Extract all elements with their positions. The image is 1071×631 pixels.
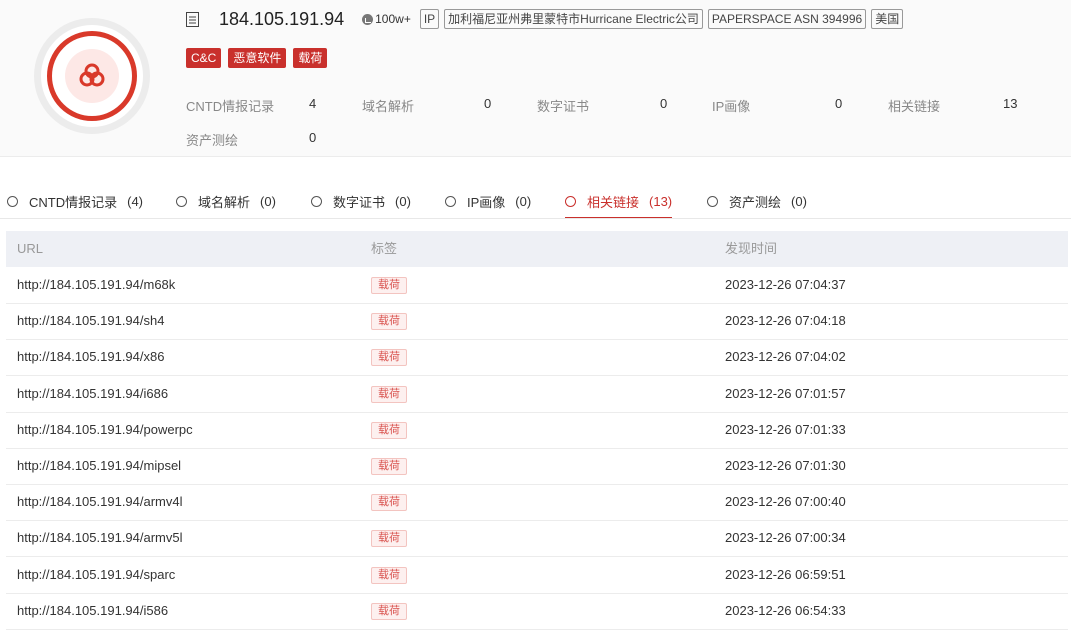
row-tag-badge: 载荷 — [371, 385, 407, 403]
tab-dns[interactable]: 域名解析 (0) — [176, 185, 276, 217]
table-row[interactable]: http://184.105.191.94/i586 载荷 2023-12-26 0… — [6, 593, 1068, 630]
tab-label: IP画像 — [467, 194, 506, 210]
row-time: 2023-12-26 06:59:51 — [725, 566, 846, 582]
row-time: 2023-12-26 07:00:40 — [725, 494, 846, 510]
row-tag-badge: 载荷 — [371, 458, 407, 475]
tab-cntd[interactable]: CNTD情报记录 (4) — [7, 185, 143, 217]
row-url[interactable]: http://184.105.191.94/sparc — [17, 557, 175, 592]
column-header-url: URL — [17, 241, 44, 256]
row-tag-badge: 载荷 — [371, 530, 407, 548]
tab-assets[interactable]: 资产测绘 (0) — [707, 185, 807, 217]
stat-value-dns: 0 — [484, 96, 492, 111]
threat-tags: C&C 恶意软件 载荷 — [186, 48, 334, 68]
stat-value-links: 13 — [1003, 96, 1018, 111]
table-row[interactable]: http://184.105.191.94/mipsel 载荷 2023-12-26… — [6, 448, 1068, 485]
threat-tag-cnc: C&C — [186, 48, 222, 68]
minus-circle-icon — [176, 195, 187, 207]
table-row[interactable]: http://184.105.191.94/armv5l 载荷 2023-12-26… — [6, 520, 1068, 558]
row-url[interactable]: http://184.105.191.94/sh4 — [17, 303, 164, 338]
row-time: 2023-12-26 07:04:18 — [725, 313, 846, 329]
stat-label-cert: 数字证书 — [537, 99, 590, 114]
link-icon — [565, 195, 576, 207]
stat-label-cntd: CNTD情报记录 — [186, 99, 275, 114]
row-url[interactable]: http://184.105.191.94/x86 — [17, 339, 164, 374]
row-tag-badge: 载荷 — [371, 313, 407, 331]
column-header-time: 发现时间 — [725, 241, 778, 256]
ip-summary-header: 184.105.191.94 100w+ IP 加利福尼亚州弗里蒙特市Hurri… — [0, 0, 1071, 157]
ip-address: 184.105.191.94 — [219, 8, 345, 29]
tab-count: (13) — [649, 193, 673, 209]
table-header: URL 标签 发现时间 — [6, 231, 1068, 267]
stat-value-assets: 0 — [309, 130, 317, 145]
tab-label: 域名解析 — [198, 194, 251, 210]
table-row[interactable]: http://184.105.191.94/armv4l 载荷 2023-12-26… — [6, 484, 1068, 522]
tab-label: 数字证书 — [333, 194, 386, 210]
biohazard-icon — [65, 49, 119, 103]
row-time: 2023-12-26 07:01:57 — [725, 385, 846, 401]
tab-count: (0) — [515, 193, 532, 209]
country-tag: 美国 — [871, 9, 904, 29]
tab-count: (0) — [395, 193, 411, 209]
table-row[interactable]: http://184.105.191.94/sh4 载荷 2023-12-26 07… — [6, 303, 1068, 341]
stat-label-links: 相关链接 — [888, 99, 941, 114]
stat-value-cert: 0 — [660, 96, 668, 111]
row-time: 2023-12-26 07:04:37 — [725, 277, 846, 292]
row-time: 2023-12-26 07:01:30 — [725, 458, 846, 473]
radar-icon — [7, 195, 18, 207]
tab-ip-profile[interactable]: IP画像 (0) — [445, 185, 531, 217]
row-url[interactable]: http://184.105.191.94/i586 — [17, 593, 168, 628]
row-time: 2023-12-26 07:00:34 — [725, 530, 846, 546]
tab-count: (0) — [791, 193, 807, 209]
row-tag-badge: 载荷 — [371, 349, 407, 367]
row-url[interactable]: http://184.105.191.94/armv5l — [17, 520, 183, 555]
tab-count: (0) — [260, 193, 276, 209]
row-tag-badge: 载荷 — [371, 277, 407, 294]
table-row[interactable]: http://184.105.191.94/powerpc 载荷 2023-12-2… — [6, 412, 1068, 449]
tab-label: CNTD情报记录 — [29, 194, 118, 210]
table-row[interactable]: http://184.105.191.94/i686 载荷 2023-12-26 0… — [6, 376, 1068, 413]
compass-icon — [707, 195, 718, 207]
detail-tabs: CNTD情报记录 (4) 域名解析 (0) 数字证书 (0) IP画像 (0) … — [0, 185, 1071, 219]
document-icon — [186, 11, 199, 27]
row-tag-badge: 载荷 — [371, 494, 407, 512]
certificate-icon — [311, 195, 322, 207]
row-url[interactable]: http://184.105.191.94/powerpc — [17, 412, 193, 447]
row-url[interactable]: http://184.105.191.94/armv4l — [17, 484, 183, 519]
stat-value-ip-profile: 0 — [835, 96, 843, 111]
column-header-tag: 标签 — [371, 241, 398, 256]
threat-tag-payload: 载荷 — [293, 48, 328, 68]
table-row[interactable]: http://184.105.191.94/x86 载荷 2023-12-26 07… — [6, 339, 1068, 377]
tab-label: 资产测绘 — [729, 194, 782, 210]
row-tag-badge: 载荷 — [371, 421, 407, 439]
row-url[interactable]: http://184.105.191.94/i686 — [17, 376, 168, 411]
location-isp-tag: 加利福尼亚州弗里蒙特市Hurricane Electric公司 — [444, 9, 703, 29]
row-tag-badge: 载荷 — [371, 566, 407, 584]
stat-label-assets: 资产测绘 — [186, 133, 239, 148]
stat-label-dns: 域名解析 — [362, 99, 415, 114]
stat-label-ip-profile: IP画像 — [712, 99, 751, 114]
tab-related-links[interactable]: 相关链接 (13) — [565, 185, 673, 218]
heat-icon — [362, 13, 374, 25]
table-row[interactable]: http://184.105.191.94/m68k 载荷 2023-12-26 0… — [6, 267, 1068, 304]
ip-title-row: 184.105.191.94 100w+ IP 加利福尼亚州弗里蒙特市Hurri… — [186, 8, 908, 30]
row-tag-badge: 载荷 — [371, 602, 407, 620]
heat-value: 100w+ — [375, 12, 411, 26]
row-time: 2023-12-26 07:01:33 — [725, 421, 846, 437]
threat-badge — [34, 18, 150, 134]
row-time: 2023-12-26 06:54:33 — [725, 602, 846, 618]
row-url[interactable]: http://184.105.191.94/mipsel — [17, 448, 181, 483]
threat-tag-malware: 恶意软件 — [228, 48, 287, 68]
stat-value-cntd: 4 — [309, 96, 317, 111]
tab-cert[interactable]: 数字证书 (0) — [311, 185, 411, 217]
compass-icon — [445, 195, 456, 207]
tab-label: 相关链接 — [587, 194, 640, 210]
heat-indicator: 100w+ — [362, 12, 411, 26]
type-tag: IP — [419, 9, 440, 29]
asn-tag: PAPERSPACE ASN 394996 — [707, 9, 867, 29]
tab-count: (4) — [127, 193, 143, 209]
row-url[interactable]: http://184.105.191.94/m68k — [17, 267, 175, 302]
row-time: 2023-12-26 07:04:02 — [725, 349, 846, 365]
table-row[interactable]: http://184.105.191.94/sparc 载荷 2023-12-26 … — [6, 557, 1068, 594]
